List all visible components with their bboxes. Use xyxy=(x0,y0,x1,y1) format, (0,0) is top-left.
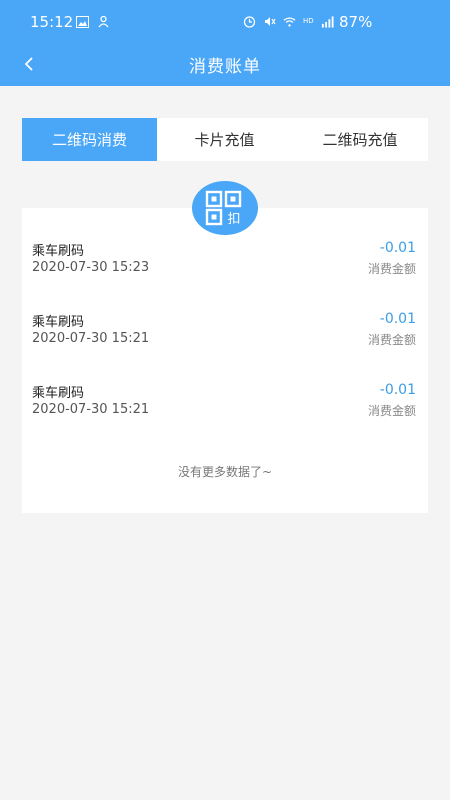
record-time: 2020-07-30 15:23 xyxy=(32,260,150,275)
mute-icon xyxy=(263,15,276,28)
no-more-data-text: 没有更多数据了~ xyxy=(177,465,273,479)
network-label: HD xyxy=(303,17,314,25)
record-amount-label: 消费金额 xyxy=(367,404,416,418)
record-amount: -0.01 xyxy=(379,240,416,256)
badge-label: 扣 xyxy=(227,212,240,227)
qrcode-icon: 扣 xyxy=(205,190,242,227)
notification-icon xyxy=(97,15,110,28)
tab-bar: 二维码消费 卡片充值 二维码充值 xyxy=(22,118,428,161)
record-time: 2020-07-30 15:21 xyxy=(32,402,150,417)
record-amount: -0.01 xyxy=(379,382,416,398)
tab-qrcode-consumption[interactable]: 二维码消费 xyxy=(22,118,157,161)
signal-icon xyxy=(321,15,334,28)
nav-bar: 消费账单 xyxy=(0,46,450,86)
tab-card-recharge[interactable]: 卡片充值 xyxy=(157,118,292,161)
record-name: 乘车刷码 xyxy=(32,315,85,330)
app-header: 15:12 HD 87% 消费账单 xyxy=(0,0,450,86)
record-amount-label: 消费金额 xyxy=(367,333,416,347)
status-right-icons: HD xyxy=(243,15,334,28)
list-item[interactable]: 乘车刷码 2020-07-30 15:23 -0.01 消费金额 xyxy=(32,240,416,280)
tab-qrcode-recharge[interactable]: 二维码充值 xyxy=(292,118,428,161)
status-time: 15:12 xyxy=(30,13,74,31)
image-icon xyxy=(76,15,89,28)
wifi-icon xyxy=(283,15,296,28)
record-name: 乘车刷码 xyxy=(32,386,85,401)
page-title: 消费账单 xyxy=(189,57,261,77)
alarm-icon xyxy=(243,15,256,28)
record-time: 2020-07-30 15:21 xyxy=(32,331,150,346)
list-item[interactable]: 乘车刷码 2020-07-30 15:21 -0.01 消费金额 xyxy=(32,311,416,351)
list-item[interactable]: 乘车刷码 2020-07-30 15:21 -0.01 消费金额 xyxy=(32,382,416,422)
record-amount-label: 消费金额 xyxy=(367,262,416,276)
battery-level: 87% xyxy=(339,13,373,31)
record-amount: -0.01 xyxy=(379,311,416,327)
record-name: 乘车刷码 xyxy=(32,244,85,259)
status-left-icons xyxy=(76,15,110,28)
qrcode-deduct-badge: 扣 xyxy=(192,181,258,235)
status-bar: 15:12 HD 87% xyxy=(0,0,450,46)
